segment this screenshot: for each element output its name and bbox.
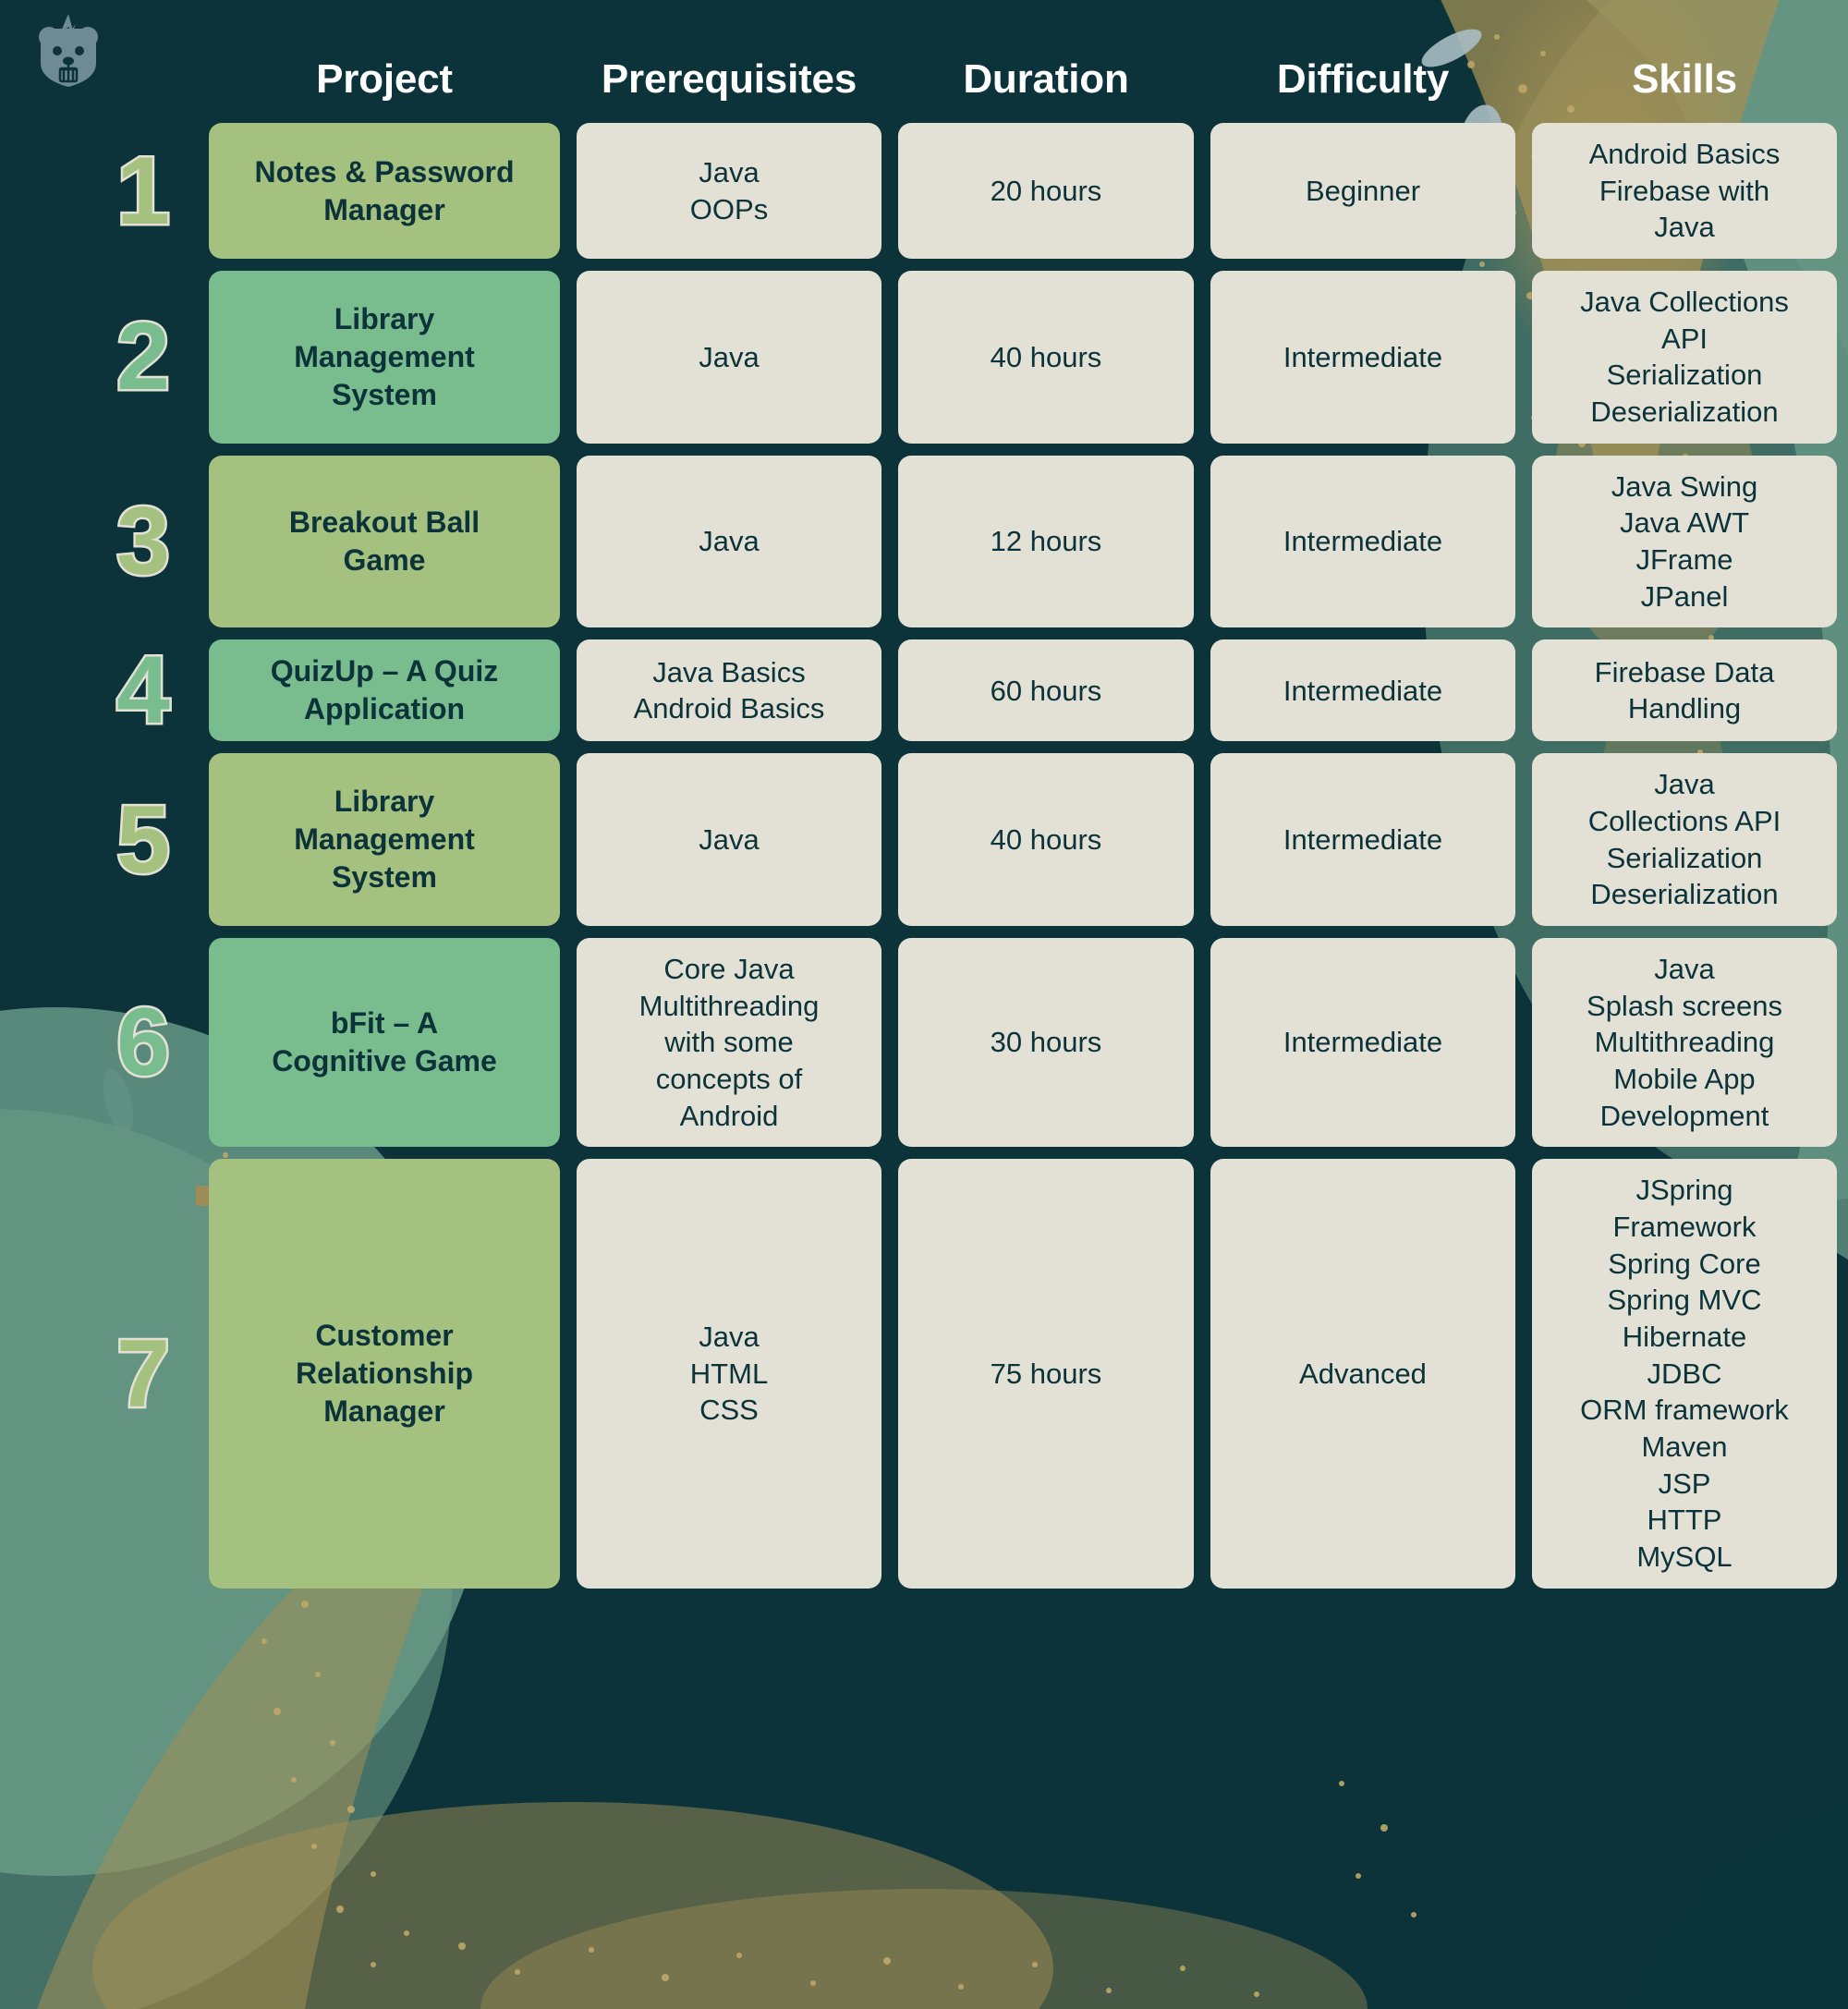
difficulty-cell: Intermediate [1210,639,1515,742]
prerequisites-cell: Java [577,753,881,926]
project-cell: Library Management System [209,753,560,926]
column-header-duration: Duration [963,56,1129,102]
project-cell: QuizUp – A Quiz Application [209,639,560,742]
project-cell: Customer Relationship Manager [209,1159,560,1589]
column-header-difficulty: Difficulty [1276,56,1450,102]
row-number-badge: 2 [115,303,173,411]
skills-cell: Java Splash screens Multithreading Mobil… [1532,937,1837,1148]
skills-cell: Firebase Data Handling [1532,639,1837,742]
project-cell: Notes & Password Manager [209,123,560,260]
prerequisites-cell: Java HTML CSS [577,1159,881,1589]
skills-cell: Android Basics Firebase with Java [1532,123,1837,260]
prerequisites-cell: Java Basics Android Basics [577,639,881,742]
duration-cell: 75 hours [898,1159,1194,1589]
difficulty-cell: Intermediate [1210,455,1515,628]
project-cell: bFit – A Cognitive Game [209,937,560,1148]
column-header-project: Project [316,56,453,102]
row-number-badge: 5 [115,785,173,894]
row-number-badge: 1 [115,137,173,245]
column-header-prerequisites: Prerequisites [601,56,857,102]
column-header-row-number [92,48,192,111]
difficulty-cell: Advanced [1210,1159,1515,1589]
difficulty-cell: Beginner [1210,123,1515,260]
duration-cell: 40 hours [898,753,1194,926]
skills-cell: JSpring Framework Spring Core Spring MVC… [1532,1159,1837,1589]
prerequisites-cell: Java [577,271,881,444]
prerequisites-cell: Core Java Multithreading with some conce… [577,937,881,1148]
beaver-mascot-icon [39,14,98,87]
row-number-badge: 3 [115,488,173,596]
duration-cell: 60 hours [898,639,1194,742]
skills-cell: Java Collections API Serialization Deser… [1532,753,1837,926]
duration-cell: 40 hours [898,271,1194,444]
row-number-badge: 6 [115,989,173,1097]
difficulty-cell: Intermediate [1210,937,1515,1148]
projects-grid: Project Prerequisites Duration Difficulty Sk… [92,48,1837,1589]
difficulty-cell: Intermediate [1210,271,1515,444]
projects-table: Project Prerequisites Duration Difficulty Sk… [0,0,1848,2009]
duration-cell: 30 hours [898,937,1194,1148]
duration-cell: 20 hours [898,123,1194,260]
row-number-badge: 4 [115,637,173,745]
prerequisites-cell: Java [577,455,881,628]
prerequisites-cell: Java OOPs [577,123,881,260]
column-header-skills: Skills [1632,56,1737,102]
row-number-badge: 7 [115,1320,173,1428]
project-cell: Library Management System [209,271,560,444]
skills-cell: Java Collections API Serialization Deser… [1532,271,1837,444]
skills-cell: Java Swing Java AWT JFrame JPanel [1532,455,1837,628]
duration-cell: 12 hours [898,455,1194,628]
project-cell: Breakout Ball Game [209,455,560,628]
difficulty-cell: Intermediate [1210,753,1515,926]
